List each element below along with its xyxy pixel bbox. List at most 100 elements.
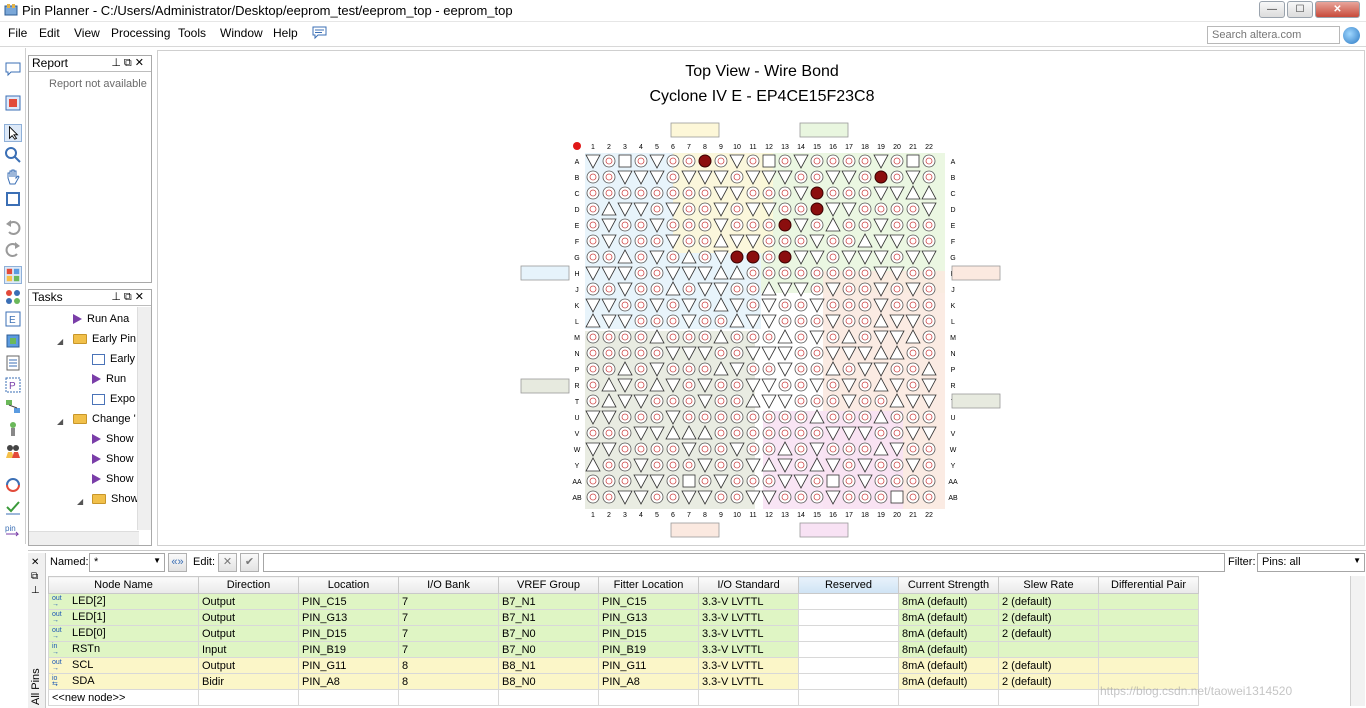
- reserved-cell[interactable]: [798, 593, 899, 610]
- location-cell[interactable]: PIN_B19: [298, 641, 399, 658]
- diff-cell[interactable]: [1098, 641, 1199, 658]
- diff-cell[interactable]: [1098, 625, 1199, 642]
- tasks-vertical-scrollbar[interactable]: [137, 307, 151, 530]
- reserved-cell[interactable]: [798, 673, 899, 690]
- column-header[interactable]: Current Strength: [898, 576, 999, 594]
- vref-cell[interactable]: B7_N0: [498, 641, 599, 658]
- task-item[interactable]: Show: [92, 433, 134, 451]
- column-header[interactable]: Differential Pair: [1098, 576, 1199, 594]
- location-cell[interactable]: PIN_A8: [298, 673, 399, 690]
- slew-cell[interactable]: 2 (default): [998, 609, 1099, 626]
- current-cell[interactable]: 8mA (default): [898, 641, 999, 658]
- node-name-cell[interactable]: out → LED[0]: [48, 625, 199, 642]
- fitter-cell[interactable]: PIN_A8: [598, 673, 699, 690]
- pin-in-icon[interactable]: pin: [4, 520, 22, 538]
- people-icon[interactable]: [4, 442, 22, 460]
- current-cell[interactable]: 8mA (default): [898, 593, 999, 610]
- collapse-arrow-icon[interactable]: ◢: [77, 497, 83, 506]
- column-header[interactable]: Location: [298, 576, 399, 594]
- task-item[interactable]: Early: [92, 353, 135, 371]
- chat-bubble-icon[interactable]: [4, 60, 22, 78]
- task-item[interactable]: Show: [92, 493, 139, 511]
- empty-cell[interactable]: [498, 689, 599, 706]
- zoom-in-icon[interactable]: [4, 146, 22, 164]
- collapse-arrow-icon[interactable]: ◢: [57, 417, 63, 426]
- standard-cell[interactable]: 3.3-V LVTTL: [698, 609, 799, 626]
- slew-cell[interactable]: 2 (default): [998, 673, 1099, 690]
- column-header[interactable]: Reserved: [798, 576, 899, 594]
- new-node-row[interactable]: <<new node>>: [48, 689, 1199, 706]
- column-header[interactable]: VREF Group: [498, 576, 599, 594]
- diff-pin-icon[interactable]: E: [4, 310, 22, 328]
- current-cell[interactable]: 8mA (default): [898, 625, 999, 642]
- node-name-cell[interactable]: in → RSTn: [48, 641, 199, 658]
- diff-cell[interactable]: [1098, 593, 1199, 610]
- table-row[interactable]: io ⇆ SDA Bidir PIN_A8 8 B8_N0 PIN_A8 3.3-V LVTTL…: [48, 673, 1199, 690]
- column-header[interactable]: Fitter Location: [598, 576, 699, 594]
- bank-cell[interactable]: 8: [398, 673, 499, 690]
- bank-cell[interactable]: 8: [398, 657, 499, 674]
- column-header[interactable]: Node Name: [48, 576, 199, 594]
- vref-cell[interactable]: B8_N1: [498, 657, 599, 674]
- table-vertical-scrollbar[interactable]: [1350, 576, 1365, 706]
- panel-controls[interactable]: ⊥⧉✕: [111, 290, 147, 305]
- io-banks-icon[interactable]: [4, 288, 22, 306]
- column-header[interactable]: Slew Rate: [998, 576, 1099, 594]
- standard-cell[interactable]: 3.3-V LVTTL: [698, 625, 799, 642]
- bank-cell[interactable]: 7: [398, 641, 499, 658]
- fitter-cell[interactable]: PIN_G13: [598, 609, 699, 626]
- table-row[interactable]: out → SCL Output PIN_G11 8 B8_N1 PIN_G11 3.3-V L…: [48, 657, 1199, 674]
- menu-view[interactable]: View: [74, 26, 100, 40]
- empty-cell[interactable]: [298, 689, 399, 706]
- bank-cell[interactable]: 7: [398, 609, 499, 626]
- slew-cell[interactable]: 2 (default): [998, 593, 1099, 610]
- pin-layout-icon[interactable]: [4, 94, 22, 112]
- node-name-cell[interactable]: out → SCL: [48, 657, 199, 674]
- diff-cell[interactable]: [1098, 609, 1199, 626]
- task-item[interactable]: Early Pin: [73, 333, 136, 351]
- all-pins-tab[interactable]: All Pins: [30, 668, 42, 705]
- fitter-cell[interactable]: PIN_C15: [598, 593, 699, 610]
- column-header[interactable]: I/O Bank: [398, 576, 499, 594]
- column-header[interactable]: I/O Standard: [698, 576, 799, 594]
- direction-cell[interactable]: Bidir: [198, 673, 299, 690]
- standard-cell[interactable]: 3.3-V LVTTL: [698, 641, 799, 658]
- select-pointer-icon[interactable]: [4, 124, 22, 142]
- empty-cell[interactable]: [798, 689, 899, 706]
- task-item[interactable]: Run Ana: [73, 313, 129, 331]
- redo-icon[interactable]: [4, 240, 22, 258]
- tasks-horizontal-scrollbar[interactable]: [29, 531, 139, 545]
- table-row[interactable]: out → LED[0] Output PIN_D15 7 B7_N0 PIN_D15 3.3-…: [48, 625, 1199, 642]
- maximize-button[interactable]: ☐: [1287, 1, 1313, 18]
- filter-combo[interactable]: Pins: all ▼: [1257, 553, 1365, 572]
- pin-legend-icon[interactable]: [4, 266, 22, 284]
- node-name-cell[interactable]: out → LED[2]: [48, 593, 199, 610]
- table-row[interactable]: out → LED[2] Output PIN_C15 7 B7_N1 PIN_C15 3.3-…: [48, 593, 1199, 610]
- reserved-cell[interactable]: [798, 641, 899, 658]
- menu-edit[interactable]: Edit: [39, 26, 60, 40]
- task-item[interactable]: Show: [92, 473, 134, 491]
- panel-controls[interactable]: ⊥⧉✕: [111, 56, 147, 71]
- vref-cell[interactable]: B7_N1: [498, 593, 599, 610]
- current-cell[interactable]: 8mA (default): [898, 673, 999, 690]
- named-combo[interactable]: * ▼: [89, 553, 165, 572]
- list-icon[interactable]: [4, 354, 22, 372]
- direction-cell[interactable]: Output: [198, 609, 299, 626]
- location-cell[interactable]: PIN_D15: [298, 625, 399, 642]
- menu-processing[interactable]: Processing: [111, 26, 170, 40]
- empty-cell[interactable]: [198, 689, 299, 706]
- slew-cell[interactable]: 2 (default): [998, 625, 1099, 642]
- column-header[interactable]: Direction: [198, 576, 299, 594]
- standard-cell[interactable]: 3.3-V LVTTL: [698, 593, 799, 610]
- empty-cell[interactable]: [698, 689, 799, 706]
- node-finder-icon[interactable]: «»: [168, 553, 187, 572]
- fitter-cell[interactable]: PIN_G11: [598, 657, 699, 674]
- slew-cell[interactable]: [998, 641, 1099, 658]
- standard-cell[interactable]: 3.3-V LVTTL: [698, 673, 799, 690]
- current-cell[interactable]: 8mA (default): [898, 609, 999, 626]
- empty-cell[interactable]: [998, 689, 1099, 706]
- reserved-cell[interactable]: [798, 625, 899, 642]
- location-cell[interactable]: PIN_G11: [298, 657, 399, 674]
- fitter-cell[interactable]: PIN_D15: [598, 625, 699, 642]
- menu-help[interactable]: Help: [273, 26, 298, 40]
